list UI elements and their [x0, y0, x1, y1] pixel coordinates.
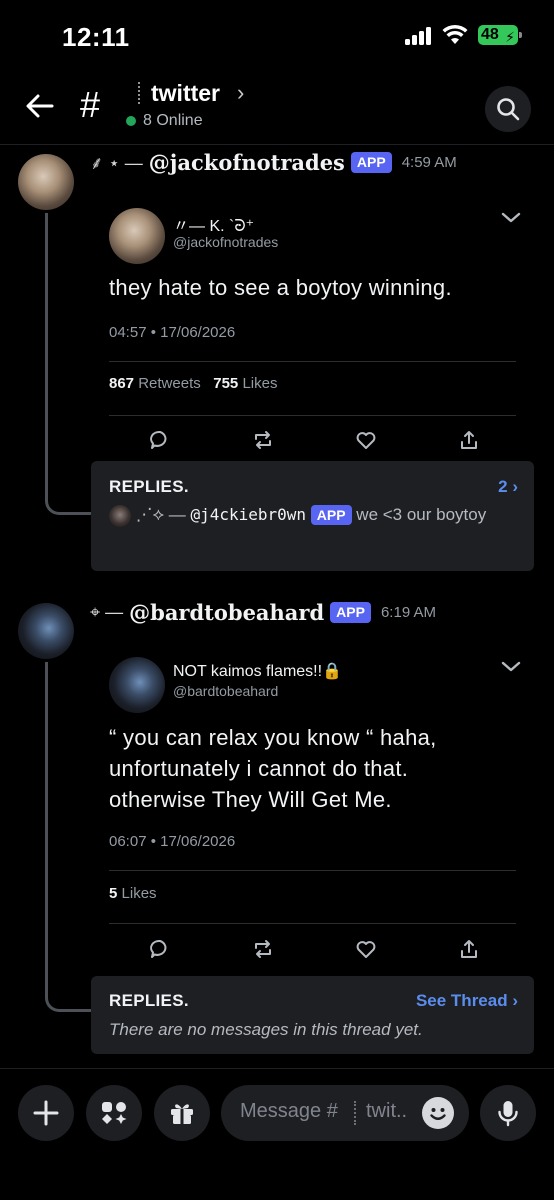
author-name[interactable]: @bardtobeahard: [129, 600, 324, 625]
author-prefix: ⸙ ⋆ —: [90, 152, 143, 173]
tweet-actions: [109, 429, 516, 455]
tweet-date: 06:07 • 17/06/2026: [109, 833, 236, 850]
embed-divider: [109, 923, 516, 924]
embed-divider: [109, 870, 516, 871]
tweet-embed: 〃— K. `ᘒ⁺ @jackofnotrades they hate to s…: [91, 196, 534, 460]
cellular-signal-icon: [405, 27, 433, 45]
embed-handle: @jackofnotrades: [173, 234, 279, 250]
placeholder-separator: [354, 1101, 356, 1125]
back-arrow-icon[interactable]: [24, 90, 56, 122]
chevron-right-icon[interactable]: ›: [237, 80, 244, 106]
message-placeholder-channel: twit..: [366, 1100, 408, 1122]
microphone-icon: [498, 1101, 518, 1127]
share-icon[interactable]: [458, 429, 480, 451]
gift-button[interactable]: [154, 1085, 210, 1141]
reply-author-prefix: ⋰⟡ —: [135, 505, 186, 524]
tweet-text-line: “ you can relax you know “ haha,: [109, 725, 437, 750]
replies-count-link[interactable]: 2 ›: [498, 477, 518, 497]
like-heart-icon[interactable]: [355, 938, 377, 960]
clock: 12:11: [62, 22, 130, 52]
replies-title: REPLIES.: [109, 477, 189, 496]
embed-display-name: NOT kaimos flames!!🔒: [173, 663, 342, 680]
message-author-row: ⌖ — @bardtobeahard APP 6:19 AM: [90, 600, 436, 625]
author-name[interactable]: @jackofnotrades: [149, 150, 345, 175]
reply-author-name: @j4ckiebr0wn: [190, 505, 307, 524]
channel-header: # twitter › 8 Online: [0, 70, 554, 144]
like-heart-icon[interactable]: [355, 429, 377, 451]
retweet-icon[interactable]: [252, 429, 274, 451]
tweet-text-line: otherwise They Will Get Me.: [109, 787, 392, 812]
online-status-dot: [126, 116, 136, 126]
chevron-down-icon[interactable]: [500, 206, 522, 228]
wifi-icon: [442, 24, 468, 44]
reply-preview[interactable]: ⋰⟡ — @j4ckiebr0wn APP we <3 our boytoy: [109, 499, 518, 530]
voice-message-button[interactable]: [480, 1085, 536, 1141]
thread-connector: [45, 213, 91, 515]
channel-hash-icon: #: [80, 84, 101, 125]
tweet-stats: 5 Likes: [109, 885, 157, 902]
retweet-icon[interactable]: [252, 938, 274, 960]
tweet-embed: NOT kaimos flames!!🔒 @bardtobeahard “ yo…: [91, 645, 534, 975]
gift-icon: [171, 1104, 193, 1124]
tweet-date: 04:57 • 17/06/2026: [109, 324, 236, 341]
online-count: 8 Online: [143, 112, 203, 129]
avatar[interactable]: [18, 603, 74, 659]
embed-divider: [109, 415, 516, 416]
title-separator: [138, 82, 140, 104]
battery-indicator: 48 ⚡: [478, 25, 522, 45]
reply-avatar: [109, 504, 131, 527]
app-badge: APP: [330, 602, 371, 623]
replies-title: REPLIES.: [109, 991, 189, 1010]
status-bar: 12:11 48 ⚡: [0, 0, 554, 70]
avatar[interactable]: [18, 154, 74, 210]
author-prefix: ⌖ —: [90, 602, 124, 622]
search-icon: [497, 98, 520, 121]
embed-divider: [109, 361, 516, 362]
apps-icon: [102, 1102, 127, 1124]
tweet-stats: 867 Retweets 755 Likes: [109, 375, 278, 392]
reply-text: we <3 our boytoy: [356, 505, 487, 524]
search-button[interactable]: [485, 86, 531, 132]
chevron-down-icon[interactable]: [500, 655, 522, 677]
embed-handle: @bardtobeahard: [173, 683, 279, 699]
embed-display-name: 〃— K. `ᘒ⁺: [173, 218, 255, 235]
plus-icon: [33, 1100, 59, 1126]
reply-icon[interactable]: [149, 429, 171, 451]
thread-connector: [45, 662, 91, 1012]
reply-app-badge: APP: [310, 505, 352, 525]
see-thread-link[interactable]: See Thread ›: [416, 991, 518, 1011]
message-timestamp: 4:59 AM: [401, 154, 457, 171]
add-attachment-button[interactable]: [18, 1085, 74, 1141]
message-input[interactable]: Message # twit..: [221, 1085, 469, 1141]
share-icon[interactable]: [458, 938, 480, 960]
app-badge: APP: [350, 152, 392, 173]
channel-title[interactable]: twitter: [151, 80, 220, 107]
empty-thread-text: There are no messages in this thread yet…: [109, 1020, 423, 1039]
header-divider: [0, 144, 554, 145]
embed-avatar: [109, 208, 165, 264]
apps-button[interactable]: [86, 1085, 142, 1141]
composer-divider: [0, 1068, 554, 1069]
tweet-actions: [109, 938, 516, 964]
embed-avatar: [109, 657, 165, 713]
message-author-row: ⸙ ⋆ — @jackofnotrades APP 4:59 AM: [90, 150, 457, 175]
emoji-smile-icon: [430, 1108, 446, 1120]
message-placeholder: Message #: [240, 1100, 338, 1122]
message-timestamp: 6:19 AM: [380, 604, 437, 621]
tweet-text: they hate to see a boytoy winning.: [109, 275, 452, 300]
emoji-button[interactable]: [422, 1097, 454, 1129]
replies-panel[interactable]: REPLIES. 2 › ⋰⟡ — @j4ckiebr0wn APP we <3…: [91, 461, 534, 571]
reply-icon[interactable]: [149, 938, 171, 960]
charging-bolt-icon: ⚡: [505, 29, 515, 45]
tweet-text-line: unfortunately i cannot do that.: [109, 756, 409, 781]
replies-panel[interactable]: REPLIES. See Thread › There are no messa…: [91, 976, 534, 1054]
